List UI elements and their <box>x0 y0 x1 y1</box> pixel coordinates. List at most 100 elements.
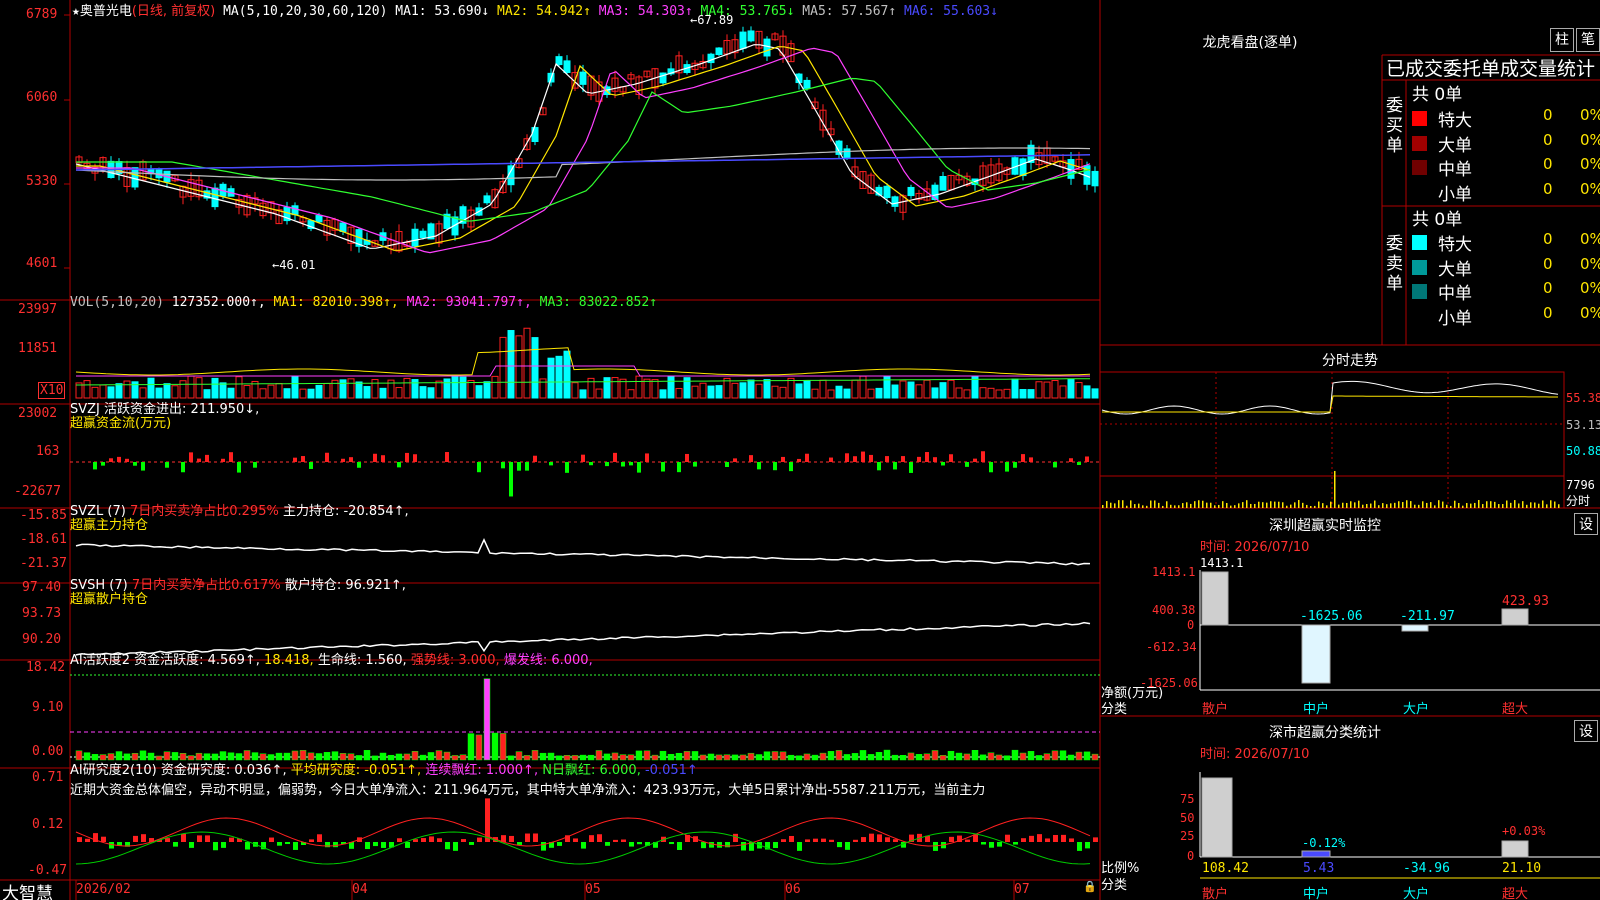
class-tick-2: 50 <box>1180 811 1195 825</box>
ma-header: MA(5,10,20,30,60,120) <box>223 4 388 19</box>
candle[interactable] <box>939 176 947 191</box>
intraday-label: 分时 <box>1566 494 1591 508</box>
candle[interactable] <box>843 148 851 159</box>
volume-bar <box>499 336 507 399</box>
candle[interactable] <box>483 195 491 204</box>
volume-bar <box>875 387 883 399</box>
stock-name[interactable]: 奥普光电 <box>80 4 132 19</box>
monitor-val-2: -1625.06 <box>1300 609 1363 624</box>
candle[interactable] <box>883 185 891 198</box>
research-bar <box>805 839 810 842</box>
volume-bar <box>1019 389 1027 399</box>
fund-flow-bar <box>349 457 353 462</box>
intraday-volume-bar <box>1178 505 1180 508</box>
candle[interactable] <box>1019 158 1027 177</box>
intraday-volume-bar <box>1226 502 1228 508</box>
ma5-line <box>75 147 1091 181</box>
bar-mode-button[interactable]: 柱 <box>1550 28 1574 52</box>
candle[interactable] <box>211 187 219 208</box>
research-bar <box>861 837 866 842</box>
period-mode[interactable]: (日线, 前复权) <box>132 4 215 19</box>
intraday-volume-bar <box>1546 504 1548 508</box>
ai1-tick-3: 0.00 <box>32 744 64 759</box>
class-settings-button[interactable]: 设 <box>1574 720 1598 742</box>
research-bar <box>773 842 778 849</box>
intraday-volume-bar <box>1150 500 1152 508</box>
intraday-volume-bar <box>1350 501 1352 508</box>
candle[interactable] <box>339 222 347 233</box>
intraday-volume-bar <box>1378 505 1380 508</box>
volume-bar <box>779 386 787 399</box>
svsh-tick-3: 90.20 <box>22 632 62 647</box>
research-bar <box>509 835 514 842</box>
volume-bar <box>483 381 491 399</box>
monitor-settings-button[interactable]: 设 <box>1574 513 1598 535</box>
order-row-name: 中单 <box>1438 160 1472 180</box>
intraday-volume-bar <box>1422 501 1424 508</box>
candle[interactable] <box>907 186 915 197</box>
monitor-tick-4: -612.34 <box>1146 640 1197 654</box>
intraday-volume-bar <box>1210 502 1212 508</box>
intraday-volume-bar <box>1494 501 1496 508</box>
fund-flow-bar <box>381 455 385 462</box>
intraday-volume-bar <box>1342 502 1344 508</box>
ai2-tick-2: 0.12 <box>32 817 64 832</box>
volume-bar <box>307 388 315 399</box>
vol-ma3: MA3: 83022.852↑ <box>539 295 658 310</box>
candle[interactable] <box>1091 170 1099 187</box>
candle[interactable] <box>715 47 723 56</box>
volume-bar <box>115 383 123 399</box>
intraday-volume-bar <box>1166 501 1168 508</box>
class-val-4: 21.10 <box>1502 861 1542 876</box>
class-top-2: +0.03% <box>1502 824 1546 838</box>
candle[interactable] <box>291 205 299 216</box>
candle[interactable] <box>315 215 323 223</box>
intraday-volume-bar <box>1382 503 1384 508</box>
intraday-volume-bar <box>1282 502 1284 508</box>
volume-bar <box>107 386 115 399</box>
fund-flow-bar <box>301 456 305 462</box>
fund-flow-bar <box>1005 462 1009 472</box>
research-bar <box>381 842 386 848</box>
tick-mode-button[interactable]: 笔 <box>1576 28 1600 52</box>
fund-flow-bar <box>893 462 897 470</box>
candle[interactable] <box>411 228 419 247</box>
fund-flow-bar <box>845 453 849 462</box>
fund-flow-bar <box>973 458 977 462</box>
research-bar <box>197 835 202 842</box>
intraday-tick-1: 55.38 <box>1566 391 1600 405</box>
candle[interactable] <box>563 60 571 73</box>
volume-bar <box>755 383 763 399</box>
candle[interactable] <box>803 79 811 89</box>
volume-bar <box>1091 388 1099 399</box>
research-bar <box>77 837 82 842</box>
volume-bar <box>1035 381 1043 399</box>
candle[interactable] <box>131 167 139 188</box>
order-row-pct: 0% <box>1580 179 1600 198</box>
research-bar <box>733 833 738 842</box>
candle[interactable] <box>555 56 563 66</box>
volume-bar <box>91 386 99 399</box>
candle[interactable] <box>579 71 587 85</box>
fund-flow-bar <box>181 462 185 473</box>
intraday-volume-bar <box>1146 505 1148 508</box>
candle[interactable] <box>739 31 747 49</box>
intraday-volume-bar <box>1370 503 1372 508</box>
candle[interactable] <box>891 196 899 207</box>
volume-bar <box>147 377 155 399</box>
activity-bar <box>499 733 507 761</box>
volume-bar <box>691 385 699 399</box>
volume-bar <box>667 376 675 399</box>
activity-bar <box>899 755 907 761</box>
activity-bar <box>755 754 763 761</box>
candle[interactable] <box>747 30 755 42</box>
order-row-name: 中单 <box>1438 284 1472 304</box>
volume-bar <box>467 380 475 399</box>
lock-icon[interactable]: 🔒 <box>1083 880 1097 893</box>
candle[interactable] <box>763 38 771 57</box>
order-row-value: 0 <box>1543 279 1553 297</box>
monitor-tick-1: 1413.1 <box>1152 565 1196 579</box>
volume-bar <box>99 384 107 399</box>
fund-flow-bar <box>725 462 729 467</box>
candle[interactable] <box>419 230 427 239</box>
